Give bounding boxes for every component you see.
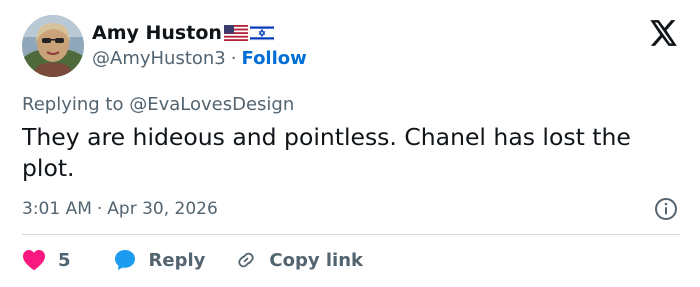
divider xyxy=(22,234,680,235)
copy-link-button[interactable]: Copy link xyxy=(235,249,363,271)
reply-bubble-icon xyxy=(113,248,137,272)
x-logo-icon[interactable] xyxy=(650,20,678,46)
author-handle-row: @AmyHuston3 · Follow xyxy=(92,47,307,71)
replying-to: Replying to @EvaLovesDesign xyxy=(22,93,294,117)
us-flag-icon xyxy=(223,25,248,41)
follow-button[interactable]: Follow xyxy=(242,48,307,69)
reply-label: Reply xyxy=(148,249,206,271)
like-button[interactable]: 5 xyxy=(22,249,71,271)
tweet-time: 3:01 AM xyxy=(22,199,92,219)
tweet-date: Apr 30, 2026 xyxy=(107,199,218,219)
replying-prefix: Replying to xyxy=(22,94,130,115)
link-icon xyxy=(235,249,257,271)
avatar[interactable] xyxy=(22,15,84,77)
israel-flag-icon xyxy=(249,25,274,41)
heart-icon xyxy=(22,249,46,271)
author-name-row: Amy Huston xyxy=(92,21,274,45)
info-icon[interactable] xyxy=(654,197,678,221)
copy-link-label: Copy link xyxy=(269,249,363,271)
action-bar: 5 Reply Copy link xyxy=(22,246,363,274)
like-count: 5 xyxy=(58,249,71,271)
reply-mention-link[interactable]: @EvaLovesDesign xyxy=(129,94,294,115)
separator-dot: · xyxy=(96,199,103,219)
author-handle[interactable]: @AmyHuston3 xyxy=(92,48,226,69)
author-name[interactable]: Amy Huston xyxy=(92,21,222,45)
separator-dot: · xyxy=(230,48,237,69)
reply-button[interactable]: Reply xyxy=(113,248,206,272)
tweet-timestamp[interactable]: 3:01 AM · Apr 30, 2026 xyxy=(22,197,218,221)
tweet-text: They are hideous and pointless. Chanel h… xyxy=(22,123,631,182)
